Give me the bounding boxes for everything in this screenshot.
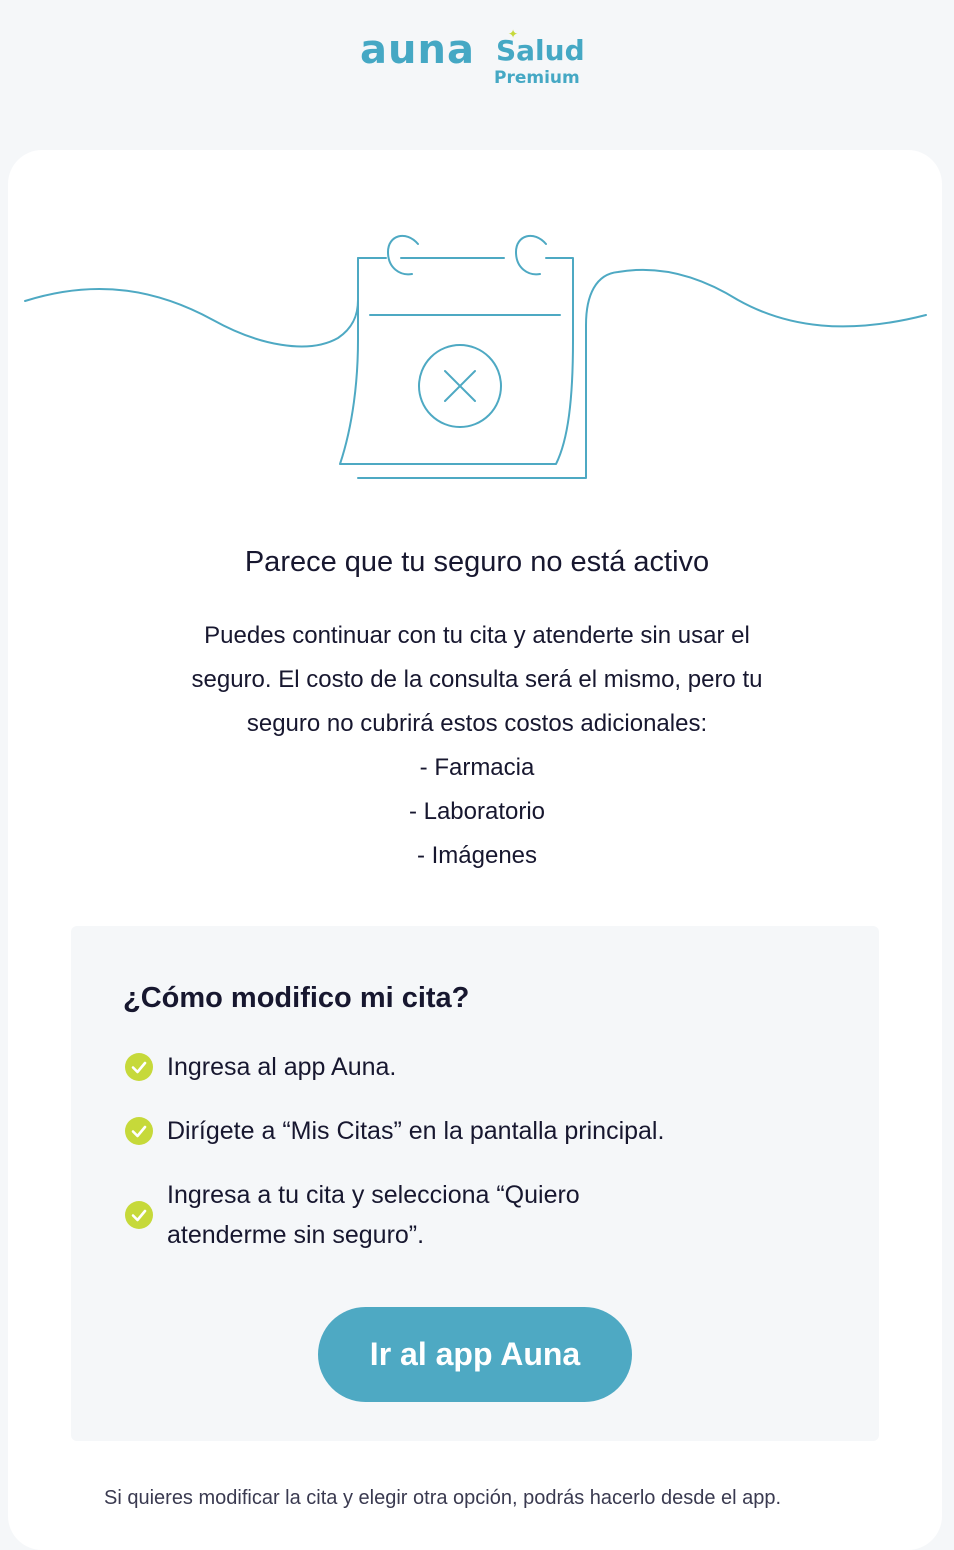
step-item: Dirígete a “Mis Citas” en la pantalla pr… (125, 1111, 664, 1151)
auna-salud-premium-logo: auna ✦ Salud Premium (360, 28, 600, 92)
message-line: seguro. El costo de la consulta será el … (191, 666, 763, 693)
step-text: Ingresa a tu cita y selecciona “Quiero a… (167, 1181, 580, 1249)
step-item: Ingresa a tu cita y selecciona “Quiero a… (125, 1175, 580, 1255)
check-circle-icon (125, 1201, 153, 1229)
logo-wordmark: auna (360, 27, 475, 73)
calendar-cancel-icon (24, 234, 927, 479)
message-line: Puedes continuar con tu cita y atenderte… (204, 622, 750, 649)
logo-premium-text: Premium (494, 68, 580, 88)
steps-panel: ¿Cómo modifico mi cita? Ingresa al app A… (71, 926, 879, 1441)
logo-salud-text: Salud (496, 34, 585, 67)
go-to-app-button[interactable]: Ir al app Auna (318, 1307, 632, 1402)
list-item-laboratorio: - Laboratorio (408, 798, 546, 825)
step-text: Ingresa al app Auna. (167, 1053, 397, 1081)
list-item-imagenes: - Imágenes (416, 842, 538, 869)
step-text: Dirígete a “Mis Citas” en la pantalla pr… (167, 1117, 665, 1145)
check-circle-icon (125, 1053, 153, 1081)
message-body: Puedes continuar con tu cita y atenderte… (120, 614, 834, 878)
steps-title: ¿Cómo modifico mi cita? (123, 982, 470, 1014)
check-circle-icon (125, 1117, 153, 1145)
step-item: Ingresa al app Auna. (125, 1047, 396, 1087)
message-line: seguro no cubrirá estos costos adicional… (246, 710, 708, 737)
list-item-farmacia: - Farmacia (419, 754, 535, 781)
footer-text: Si quieres modificar la cita y elegir ot… (104, 1487, 782, 1509)
page-title: Parece que tu seguro no está activo (244, 546, 710, 578)
